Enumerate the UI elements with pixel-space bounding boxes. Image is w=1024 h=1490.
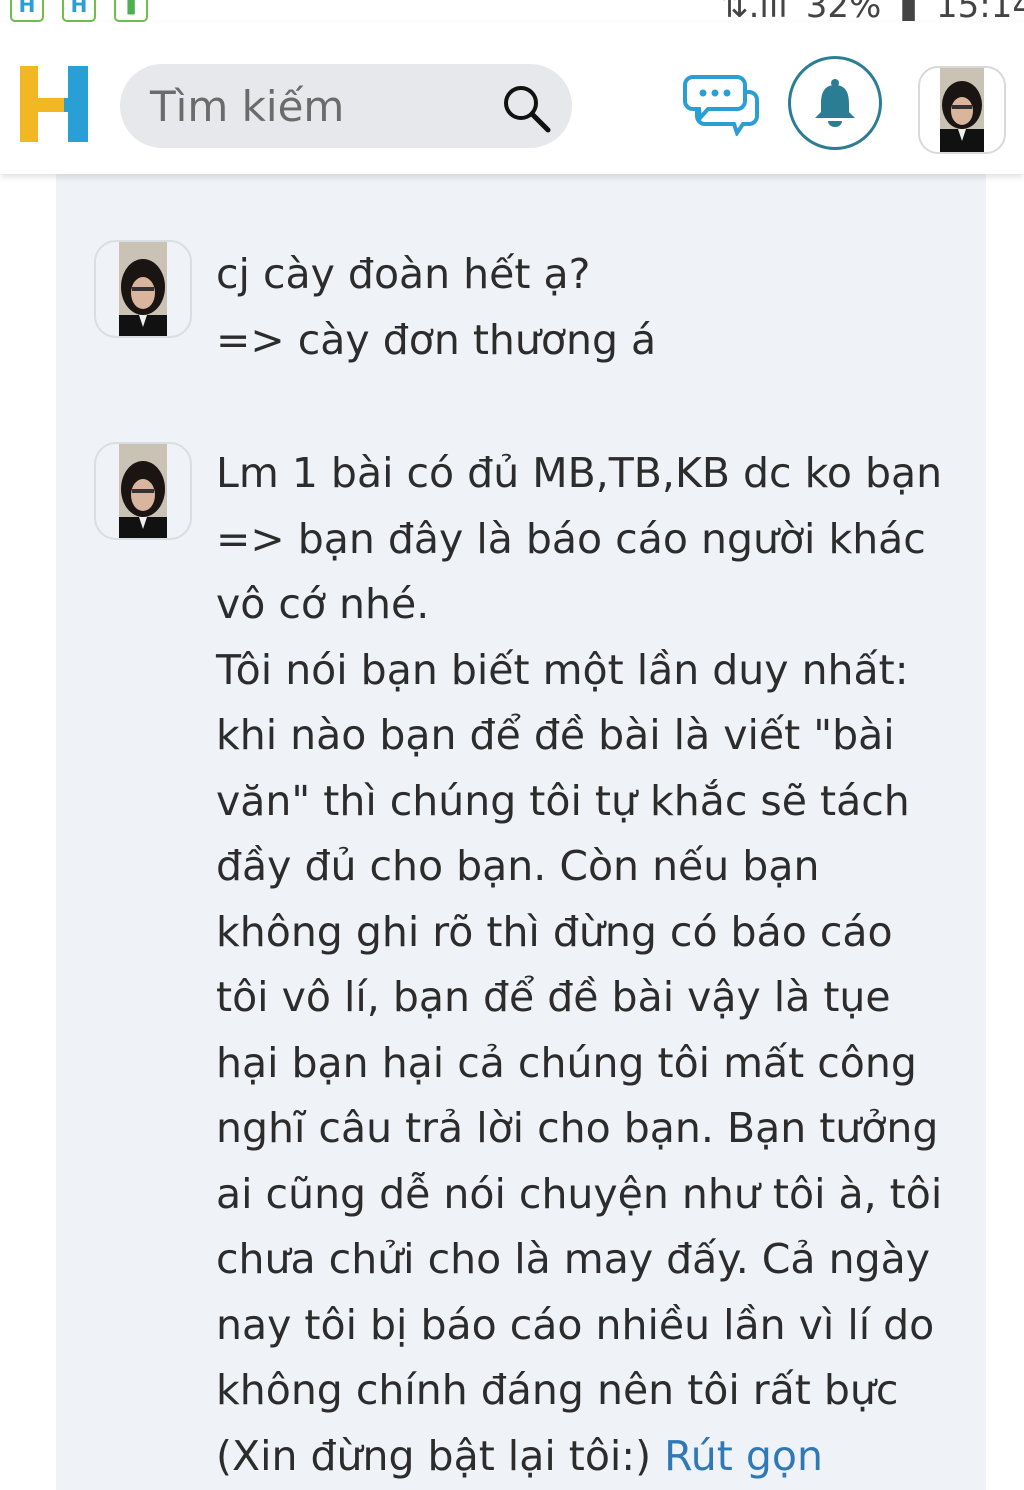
battery-percent: 32% — [805, 0, 882, 22]
comment-line: văn" thì chúng tôi tự khắc sẽ tách — [216, 776, 910, 825]
comment-line: ai cũng dễ nói chuyện như tôi à, tôi — [216, 1169, 943, 1218]
search-icon[interactable] — [500, 82, 552, 134]
chat-icon[interactable] — [683, 74, 759, 136]
avatar-image — [119, 444, 167, 538]
comment-line: Tôi nói bạn biết một lần duy nhất: — [216, 645, 909, 694]
hoc24-logo[interactable] — [20, 66, 88, 142]
clock: 15:14 — [936, 0, 1024, 22]
avatar[interactable] — [94, 240, 192, 338]
comment-text: Lm 1 bài có đủ MB,TB,KB dc ko bạn => bạn… — [216, 441, 976, 1489]
search-placeholder[interactable]: Tìm kiếm — [150, 82, 344, 131]
comment-line: không chính đáng nên tôi rất bực — [216, 1366, 899, 1414]
comment-line: vô cớ nhé. — [216, 580, 430, 628]
comment-line: nay tôi bị báo cáo nhiều lần vì lí do — [216, 1300, 935, 1349]
comment-line: nghĩ câu trả lời cho bạn. Bạn tưởng — [216, 1104, 939, 1152]
top-header: Tìm kiếm — [0, 22, 1024, 174]
collapse-link[interactable]: Rút gọn — [664, 1432, 823, 1480]
comment-last-line: (Xin đừng bật lại tôi:) Rút gọn — [216, 1424, 976, 1490]
comment-line: khi nào bạn để đề bài là viết "bài — [216, 711, 895, 759]
signal-icon: ⇅.ıll — [720, 0, 788, 22]
avatar — [940, 68, 984, 152]
app-h-icon: H — [62, 0, 96, 22]
search-bar[interactable]: Tìm kiếm — [120, 64, 572, 148]
comment-line: => bạn đây là báo cáo người khác — [216, 514, 926, 563]
comments-panel: cj cày đoàn hết ạ? => cày đơn thương á L… — [56, 174, 986, 1490]
avatar-image — [119, 242, 167, 336]
comment-line: (Xin đừng bật lại tôi:) — [216, 1431, 652, 1480]
comment-line: chưa chửi cho là may đấy. Cả ngày — [216, 1235, 930, 1283]
avatar[interactable] — [94, 442, 192, 540]
comment-line: Lm 1 bài có đủ MB,TB,KB dc ko bạn — [216, 449, 943, 497]
comment-text: cj cày đoàn hết ạ? => cày đơn thương á — [216, 242, 976, 373]
status-indicators: ⇅.ıll 32% ▮ 15:14 — [720, 0, 1024, 22]
bell-icon — [812, 78, 858, 128]
battery-icon: ▮ — [899, 0, 919, 22]
notification-button[interactable] — [788, 56, 882, 150]
status-bar: H H ▮ ⇅.ıll 32% ▮ 15:14 — [0, 0, 1024, 22]
comment-line: không ghi rõ thì đừng có báo cáo — [216, 907, 893, 956]
phone-icon: ▮ — [114, 0, 148, 22]
comment-line: cj cày đoàn hết ạ? — [216, 250, 591, 298]
comment-line: => cày đơn thương á — [216, 315, 657, 364]
user-avatar-button[interactable] — [918, 66, 1006, 154]
app-h-icon: H — [10, 0, 44, 22]
comment-line: hại bạn hại cả chúng tôi mất công — [216, 1038, 917, 1087]
notification-icons: H H ▮ — [10, 0, 148, 22]
comment-line: tôi vô lí, bạn để đề bài vậy là tụe — [216, 973, 891, 1021]
content-area: cj cày đoàn hết ạ? => cày đơn thương á L… — [20, 174, 1004, 1490]
comment-line: đầy đủ cho bạn. Còn nếu bạn — [216, 842, 820, 890]
